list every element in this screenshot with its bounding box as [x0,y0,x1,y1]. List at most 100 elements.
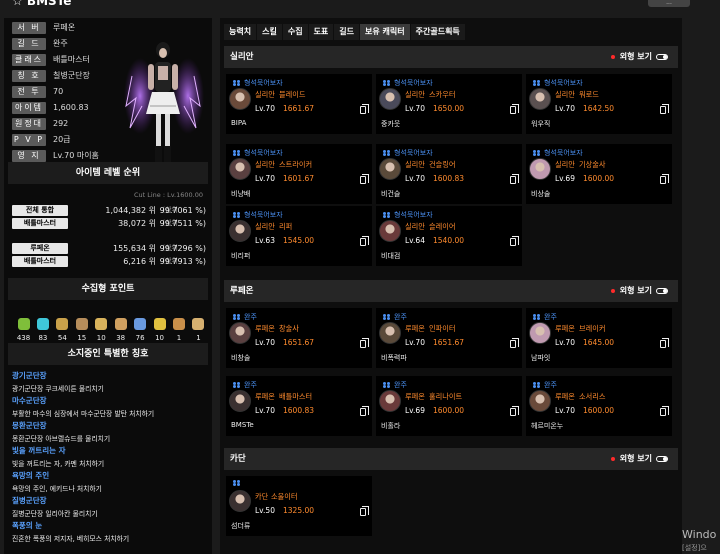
character-card[interactable]: 형석묵어보자 실리안 슬레이어 Lv.64 1540.00 비대검 [376,206,522,266]
copy-icon[interactable] [660,406,669,416]
copy-icon[interactable] [660,104,669,114]
collect-point-item[interactable]: 54 [53,318,72,342]
copy-icon[interactable] [510,338,519,348]
copy-icon[interactable] [360,236,369,246]
collect-point-item[interactable]: 10 [150,318,169,342]
card-class: 블레이드 [279,90,306,99]
copy-icon[interactable] [510,104,519,114]
character-card[interactable]: 형석묵어보자 실리안 블레이드 Lv.70 1661.67 BIPA [226,74,372,134]
card-level: Lv.70 [555,104,575,113]
top-menu-button[interactable]: ... [648,0,690,7]
profile-row: 원정대 292 [12,117,68,130]
card-level: Lv.70 [555,338,575,347]
collect-point-count: 15 [77,334,87,342]
character-card[interactable]: 완주 루페온 창술사 Lv.70 1651.67 비창술 [226,308,372,368]
card-level: Lv.70 [255,338,275,347]
world-tree-leaf-icon [134,318,147,330]
card-character-name: BMSTe [231,421,254,429]
profile-row-value: 70 [53,87,64,96]
server-section-header: 루페온 외형 보기 [224,280,678,302]
toggle-icon[interactable] [656,54,668,60]
profile-row-value: 배틀마스터 [53,55,90,64]
copy-icon[interactable] [360,338,369,348]
card-server: 루페온 [405,324,425,333]
character-card[interactable]: 완주 루페온 브레이커 Lv.70 1645.00 남파잇 [526,308,672,368]
art-icon [56,318,69,330]
card-guild [233,480,244,486]
special-title-item: 질병군단장 질병군단장 일리아칸 물리치기 [12,495,212,518]
tab-3[interactable]: 도표 [308,24,334,40]
collect-point-item[interactable]: 438 [14,318,33,342]
tab-0[interactable]: 능력치 [224,24,257,40]
card-item-level: 1642.50 [583,104,615,113]
rank-row-key: 전체 통합 [12,204,68,216]
collect-point-item[interactable]: 76 [131,318,150,342]
card-server: 루페온 [255,324,275,333]
card-item-level: 1325.00 [283,506,315,515]
toggle-icon[interactable] [656,456,668,462]
character-card[interactable]: 완주 루페온 홀리나이트 Lv.69 1600.00 비홀라 [376,376,522,436]
rank-row: 배틀마스터 38,072 위 (상위 99.7511 %) [12,217,208,229]
sea-bounty-icon [153,318,166,330]
special-title-desc: 진혼한 폭풍의 저지자, 베히모스 처치하기 [12,535,130,543]
collect-point-item[interactable]: 15 [72,318,91,342]
character-avatar [229,220,251,242]
copy-icon[interactable] [360,104,369,114]
character-avatar [229,88,251,110]
copy-icon[interactable] [360,506,369,516]
tab-5[interactable]: 보유 캐릭터 [360,24,410,40]
rank-row: 배틀마스터 6,216 위 (상위 99.7913 %) [12,255,208,267]
card-item-level: 1651.67 [433,338,465,347]
special-title-item: 빛을 꺼트리는 자 빛을 꺼트리는 자, 카멘 처치하기 [12,445,212,468]
copy-icon[interactable] [360,406,369,416]
copy-icon[interactable] [360,174,369,184]
collect-point-item[interactable]: 38 [111,318,130,342]
collect-point-item[interactable]: 1 [189,318,208,342]
copy-icon[interactable] [510,406,519,416]
copy-icon[interactable] [510,174,519,184]
character-card[interactable]: 완주 루페온 배틀마스터 Lv.70 1600.83 BMSTe [226,376,372,436]
look-toggle[interactable]: 외형 보기 [610,280,668,302]
character-card[interactable]: 완주 루페온 소서리스 Lv.70 1600.00 헤르미온누 [526,376,672,436]
card-server: 루페온 [255,392,275,401]
copy-icon[interactable] [510,236,519,246]
tab-6[interactable]: 주간골드획득 [410,24,465,40]
look-toggle[interactable]: 외형 보기 [610,46,668,68]
collect-point-item[interactable]: 1 [170,318,189,342]
tab-4[interactable]: 길드 [334,24,360,40]
toggle-icon[interactable] [656,288,668,294]
card-class: 소서리스 [579,392,606,401]
card-guild: 완주 [383,380,407,390]
character-card[interactable]: 형석묵어보자 실리안 건슬링어 Lv.70 1600.83 비건슬 [376,144,522,204]
character-card[interactable]: 형석묵어보자 실리안 워로드 Lv.70 1642.50 워우직 [526,74,672,134]
tab-1[interactable]: 스킬 [257,24,282,40]
look-label: 외형 보기 [619,286,652,295]
character-card[interactable]: 형석묵어보자 실리안 리퍼 Lv.63 1545.00 비리퍼 [226,206,372,266]
character-card[interactable]: 카단 소울이터 Lv.50 1325.00 섬더류 [226,476,372,536]
collect-point-item[interactable]: 83 [33,318,52,342]
card-server: 루페온 [405,392,425,401]
profile-panel: 서 버 루페온 길 드 완주 클래스 배틀마스터 칭 호 칠병군단장 전 투 70 아이템 1,600… [4,18,212,554]
character-avatar [529,88,551,110]
look-toggle[interactable]: 외형 보기 [610,448,668,470]
card-class: 소울이터 [271,492,298,501]
character-card[interactable]: 형석묵어보자 실리안 스트라이커 Lv.70 1601.67 비냥배 [226,144,372,204]
card-item-level: 1600.00 [433,406,465,415]
card-class: 창술사 [279,324,299,333]
collect-point-item[interactable]: 10 [92,318,111,342]
character-card[interactable]: 형석묵어보자 실리안 스카우터 Lv.70 1650.00 중카웃 [376,74,522,134]
collect-point-count: 1 [176,334,182,342]
character-card[interactable]: 형석묵어보자 실리안 기상술사 Lv.69 1600.00 비상술 [526,144,672,204]
card-level: Lv.70 [255,104,275,113]
special-title-name: 욕망의 주인 [12,471,50,480]
copy-icon[interactable] [660,174,669,184]
card-guild-name: 형석묵어보자 [394,149,433,157]
character-card[interactable]: 완주 루페온 인파이터 Lv.70 1651.67 비폭력파 [376,308,522,368]
tab-2[interactable]: 수집 [282,24,308,40]
special-title-desc: 욕망의 주인, 에키드나 처치하기 [12,485,102,493]
copy-icon[interactable] [660,338,669,348]
card-class: 스트라이커 [279,160,313,169]
card-guild-name: 완주 [394,313,407,321]
collect-points-list: 438 83 54 15 10 38 76 10 1 1 [14,318,208,342]
card-guild: 형석묵어보자 [383,210,433,220]
